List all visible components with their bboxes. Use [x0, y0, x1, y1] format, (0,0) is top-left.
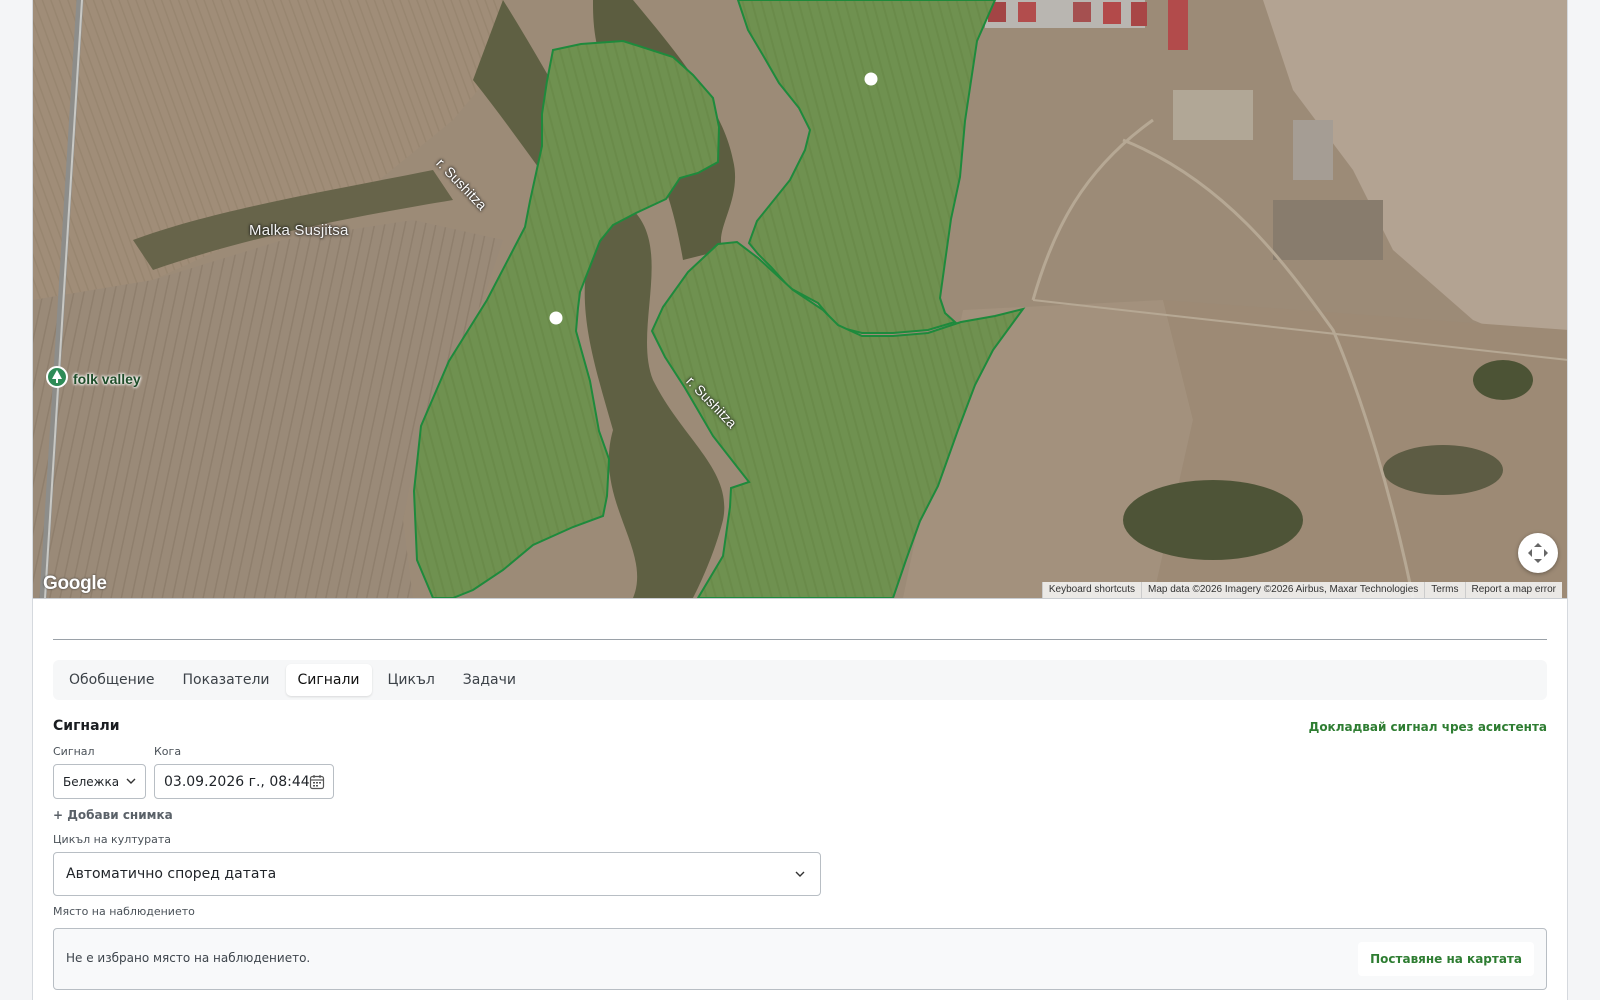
observation-place-status: Не е избрано място на наблюдението.: [66, 951, 311, 965]
fullscreen-button[interactable]: [1518, 533, 1558, 573]
datetime-input[interactable]: 03.09.2026 г., 08:44: [154, 764, 334, 799]
observation-place-label: Място на наблюдението: [53, 905, 195, 918]
signal-type-value: Бележка: [63, 774, 120, 789]
map-imagery: [33, 0, 1567, 598]
report-map-error-link[interactable]: Report a map error: [1464, 582, 1562, 598]
fullscreen-icon: [1528, 543, 1548, 563]
tab-overview[interactable]: Обобщение: [57, 664, 167, 696]
crop-cycle-label: Цикъл на културата: [53, 833, 172, 846]
field-detail-card: Malka Susjitsa r. Sushitza r. Sushitza f…: [32, 0, 1568, 1000]
google-logo: Google: [43, 573, 107, 594]
field-marker[interactable]: [549, 311, 563, 325]
chevron-down-icon: [126, 778, 136, 784]
calendar-icon[interactable]: [309, 774, 325, 790]
crop-cycle-value: Автоматично според датата: [66, 866, 277, 882]
add-photo-button[interactable]: + Добави снимка: [53, 808, 173, 822]
tab-bar: Обобщение Показатели Сигнали Цикъл Задач…: [53, 660, 1547, 700]
report-signal-link[interactable]: Докладвай сигнал чрез асистента: [1309, 720, 1547, 734]
map-data-text: Map data ©2026 Imagery ©2026 Airbus, Max…: [1141, 582, 1425, 598]
when-label: Кога: [154, 745, 182, 758]
signal-type-select[interactable]: Бележка: [53, 764, 146, 799]
place-on-map-button[interactable]: Поставяне на картата: [1358, 942, 1534, 976]
field-marker[interactable]: [864, 72, 878, 86]
chevron-down-icon: [795, 871, 805, 877]
observation-place-box: Не е избрано място на наблюдението. Пост…: [53, 928, 1547, 990]
datetime-value: 03.09.2026 г., 08:44: [164, 773, 310, 790]
section-divider: [53, 639, 1547, 640]
tab-indicators[interactable]: Показатели: [171, 664, 282, 696]
satellite-map[interactable]: Malka Susjitsa r. Sushitza r. Sushitza f…: [33, 0, 1567, 599]
tab-tasks[interactable]: Задачи: [451, 664, 528, 696]
signal-label: Сигнал: [53, 745, 95, 758]
terms-link[interactable]: Terms: [1424, 582, 1465, 598]
tree-pin-icon[interactable]: [45, 366, 69, 390]
crop-cycle-select[interactable]: Автоматично според датата: [53, 852, 821, 896]
keyboard-shortcuts-link[interactable]: Keyboard shortcuts: [1041, 582, 1142, 598]
tab-cycle[interactable]: Цикъл: [376, 664, 447, 696]
map-attribution: Keyboard shortcuts Map data ©2026 Imager…: [1041, 582, 1562, 598]
village-label: Malka Susjitsa: [249, 222, 349, 239]
tab-signals[interactable]: Сигнали: [285, 664, 372, 696]
section-title: Сигнали: [53, 718, 120, 734]
poi-label[interactable]: folk valley: [73, 371, 141, 387]
